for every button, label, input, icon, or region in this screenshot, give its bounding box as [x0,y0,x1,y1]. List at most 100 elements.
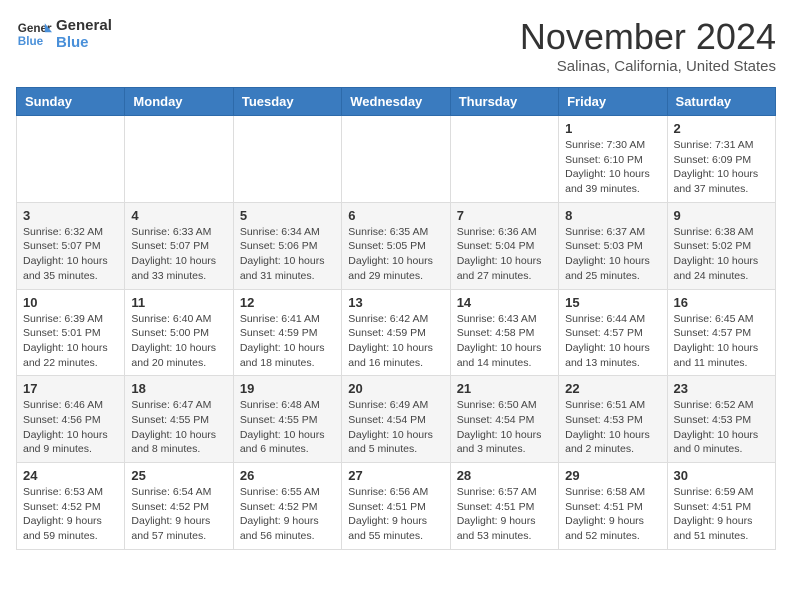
day-info: Sunrise: 6:56 AM Sunset: 4:51 PM Dayligh… [348,485,443,544]
calendar-cell: 24 Sunrise: 6:53 AM Sunset: 4:52 PM Dayli… [17,463,125,550]
logo: General Blue General Blue [16,16,112,52]
calendar-cell: 29Sunrise: 6:58 AM Sunset: 4:51 PM Dayli… [559,463,667,550]
svg-text:Blue: Blue [18,35,44,48]
day-number: 11 [131,295,226,310]
calendar-week-3: 10Sunrise: 6:39 AM Sunset: 5:01 PM Dayli… [17,289,776,376]
calendar-cell [125,116,233,203]
day-info: Sunrise: 6:43 AM Sunset: 4:58 PM Dayligh… [457,312,552,371]
calendar-cell: 20Sunrise: 6:49 AM Sunset: 4:54 PM Dayli… [342,376,450,463]
day-info: Sunrise: 6:59 AM Sunset: 4:51 PM Dayligh… [674,485,769,544]
day-info: Sunrise: 6:44 AM Sunset: 4:57 PM Dayligh… [565,312,660,371]
day-info: Sunrise: 6:54 AM Sunset: 4:52 PM Dayligh… [131,485,226,544]
day-info: Sunrise: 6:37 AM Sunset: 5:03 PM Dayligh… [565,225,660,284]
day-info: Sunrise: 6:38 AM Sunset: 5:02 PM Dayligh… [674,225,769,284]
logo-line2: Blue [56,34,112,51]
calendar-week-2: 3Sunrise: 6:32 AM Sunset: 5:07 PM Daylig… [17,202,776,289]
weekday-header-sunday: Sunday [17,88,125,116]
day-number: 16 [674,295,769,310]
weekday-header-tuesday: Tuesday [233,88,341,116]
weekday-header-saturday: Saturday [667,88,775,116]
calendar-cell [17,116,125,203]
calendar-cell: 27 Sunrise: 6:56 AM Sunset: 4:51 PM Dayli… [342,463,450,550]
day-number: 30 [674,468,769,483]
weekday-header-thursday: Thursday [450,88,558,116]
day-info: Sunrise: 6:34 AM Sunset: 5:06 PM Dayligh… [240,225,335,284]
day-number: 18 [131,381,226,396]
title-block: November 2024 Salinas, California, Unite… [520,16,776,75]
weekday-header-wednesday: Wednesday [342,88,450,116]
calendar-cell: 16 Sunrise: 6:45 AM Sunset: 4:57 PM Dayli… [667,289,775,376]
calendar-cell: 15 Sunrise: 6:44 AM Sunset: 4:57 PM Dayli… [559,289,667,376]
weekday-header-monday: Monday [125,88,233,116]
calendar-cell: 13Sunrise: 6:42 AM Sunset: 4:59 PM Dayli… [342,289,450,376]
calendar-cell: 25 Sunrise: 6:54 AM Sunset: 4:52 PM Dayli… [125,463,233,550]
calendar-cell [450,116,558,203]
day-number: 23 [674,381,769,396]
day-info: Sunrise: 6:50 AM Sunset: 4:54 PM Dayligh… [457,398,552,457]
calendar-week-4: 17 Sunrise: 6:46 AM Sunset: 4:56 PM Dayli… [17,376,776,463]
day-info: Sunrise: 6:33 AM Sunset: 5:07 PM Dayligh… [131,225,226,284]
calendar-cell: 2Sunrise: 7:31 AM Sunset: 6:09 PM Daylig… [667,116,775,203]
day-number: 3 [23,208,118,223]
day-number: 10 [23,295,118,310]
day-info: Sunrise: 6:52 AM Sunset: 4:53 PM Dayligh… [674,398,769,457]
logo-icon: General Blue [16,16,52,52]
calendar-cell: 30 Sunrise: 6:59 AM Sunset: 4:51 PM Dayli… [667,463,775,550]
calendar-cell: 9 Sunrise: 6:38 AM Sunset: 5:02 PM Daylig… [667,202,775,289]
day-info: Sunrise: 6:48 AM Sunset: 4:55 PM Dayligh… [240,398,335,457]
day-number: 14 [457,295,552,310]
day-number: 9 [674,208,769,223]
calendar-cell: 10Sunrise: 6:39 AM Sunset: 5:01 PM Dayli… [17,289,125,376]
day-number: 6 [348,208,443,223]
day-number: 4 [131,208,226,223]
calendar-cell: 14 Sunrise: 6:43 AM Sunset: 4:58 PM Dayli… [450,289,558,376]
calendar-cell: 18 Sunrise: 6:47 AM Sunset: 4:55 PM Dayli… [125,376,233,463]
day-info: Sunrise: 6:40 AM Sunset: 5:00 PM Dayligh… [131,312,226,371]
day-info: Sunrise: 6:53 AM Sunset: 4:52 PM Dayligh… [23,485,118,544]
day-number: 15 [565,295,660,310]
calendar-cell: 12Sunrise: 6:41 AM Sunset: 4:59 PM Dayli… [233,289,341,376]
day-number: 24 [23,468,118,483]
calendar-cell: 26 Sunrise: 6:55 AM Sunset: 4:52 PM Dayli… [233,463,341,550]
day-info: Sunrise: 6:35 AM Sunset: 5:05 PM Dayligh… [348,225,443,284]
calendar-cell [342,116,450,203]
day-info: Sunrise: 6:57 AM Sunset: 4:51 PM Dayligh… [457,485,552,544]
calendar-week-1: 1Sunrise: 7:30 AM Sunset: 6:10 PM Daylig… [17,116,776,203]
day-number: 22 [565,381,660,396]
day-info: Sunrise: 6:42 AM Sunset: 4:59 PM Dayligh… [348,312,443,371]
day-number: 26 [240,468,335,483]
calendar-cell: 21 Sunrise: 6:50 AM Sunset: 4:54 PM Dayli… [450,376,558,463]
day-number: 28 [457,468,552,483]
day-info: Sunrise: 6:41 AM Sunset: 4:59 PM Dayligh… [240,312,335,371]
day-info: Sunrise: 6:51 AM Sunset: 4:53 PM Dayligh… [565,398,660,457]
weekday-header-friday: Friday [559,88,667,116]
day-info: Sunrise: 6:58 AM Sunset: 4:51 PM Dayligh… [565,485,660,544]
day-info: Sunrise: 6:46 AM Sunset: 4:56 PM Dayligh… [23,398,118,457]
calendar-cell [233,116,341,203]
calendar-table: SundayMondayTuesdayWednesdayThursdayFrid… [16,87,776,550]
day-info: Sunrise: 6:55 AM Sunset: 4:52 PM Dayligh… [240,485,335,544]
calendar-cell: 4 Sunrise: 6:33 AM Sunset: 5:07 PM Daylig… [125,202,233,289]
calendar-cell: 7Sunrise: 6:36 AM Sunset: 5:04 PM Daylig… [450,202,558,289]
day-number: 27 [348,468,443,483]
logo-line1: General [56,17,112,34]
day-info: Sunrise: 6:45 AM Sunset: 4:57 PM Dayligh… [674,312,769,371]
day-info: Sunrise: 7:30 AM Sunset: 6:10 PM Dayligh… [565,138,660,197]
day-info: Sunrise: 6:49 AM Sunset: 4:54 PM Dayligh… [348,398,443,457]
day-info: Sunrise: 6:47 AM Sunset: 4:55 PM Dayligh… [131,398,226,457]
day-number: 8 [565,208,660,223]
day-number: 5 [240,208,335,223]
calendar-cell: 28 Sunrise: 6:57 AM Sunset: 4:51 PM Dayli… [450,463,558,550]
calendar-cell: 19Sunrise: 6:48 AM Sunset: 4:55 PM Dayli… [233,376,341,463]
calendar-cell: 3Sunrise: 6:32 AM Sunset: 5:07 PM Daylig… [17,202,125,289]
calendar-week-5: 24 Sunrise: 6:53 AM Sunset: 4:52 PM Dayli… [17,463,776,550]
day-number: 7 [457,208,552,223]
day-number: 17 [23,381,118,396]
calendar-cell: 1Sunrise: 7:30 AM Sunset: 6:10 PM Daylig… [559,116,667,203]
calendar-cell: 22 Sunrise: 6:51 AM Sunset: 4:53 PM Dayli… [559,376,667,463]
calendar-cell: 23 Sunrise: 6:52 AM Sunset: 4:53 PM Dayli… [667,376,775,463]
month-title: November 2024 [520,16,776,58]
day-number: 21 [457,381,552,396]
day-number: 25 [131,468,226,483]
weekday-header-row: SundayMondayTuesdayWednesdayThursdayFrid… [17,88,776,116]
